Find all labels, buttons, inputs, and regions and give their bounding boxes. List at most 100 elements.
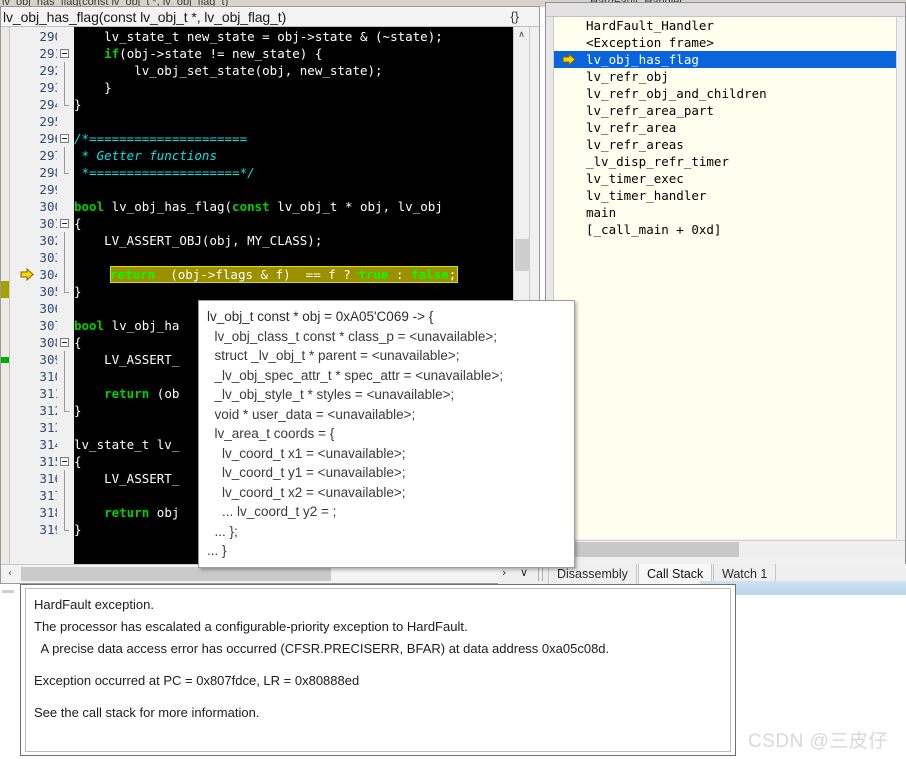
code-line[interactable]: * Getter functions xyxy=(74,147,217,164)
fold-guide-line xyxy=(64,368,65,385)
code-token: } xyxy=(74,284,82,299)
call-stack-frame-label: lv_refr_obj_and_children xyxy=(586,86,767,101)
variable-value-tooltip: lv_obj_t const * obj = 0xA05'C069 -> { l… xyxy=(198,300,575,568)
fold-guide-line xyxy=(64,351,65,368)
call-stack-vertical-scrollbar[interactable] xyxy=(896,17,905,539)
fold-toggle-icon[interactable] xyxy=(60,338,69,347)
dialog-left-nub xyxy=(2,590,14,593)
current-frame-arrow-icon xyxy=(562,52,576,67)
tooltip-line: lv_area_t coords = { xyxy=(207,426,335,441)
editor-fold-column[interactable] xyxy=(57,27,74,564)
editor-marker-strip[interactable] xyxy=(1,27,10,564)
code-token: ; xyxy=(448,267,457,282)
code-line[interactable]: return obj xyxy=(74,504,179,521)
code-token: return xyxy=(104,505,150,520)
fold-toggle-icon[interactable] xyxy=(60,49,69,58)
code-line[interactable]: return (ob xyxy=(74,385,179,402)
call-stack-row[interactable]: lv_refr_obj xyxy=(554,68,897,85)
fold-toggle-icon[interactable] xyxy=(60,457,69,466)
fold-guide-end xyxy=(64,530,69,531)
call-stack-row[interactable]: main xyxy=(554,204,897,221)
code-token: false xyxy=(411,267,449,282)
dialog-text-line: Exception occurred at PC = 0x807fdce, LR… xyxy=(34,673,360,688)
fold-guide-line xyxy=(64,283,65,292)
call-stack-hscroll-thumb[interactable] xyxy=(554,542,739,557)
code-line[interactable]: LV_ASSERT_OBJ(obj, MY_CLASS); xyxy=(74,232,322,249)
code-line[interactable]: } xyxy=(74,402,82,419)
code-token: LV_ASSERT_ xyxy=(74,471,180,486)
call-stack-frame-label: HardFault_Handler xyxy=(586,18,714,33)
call-stack-row[interactable]: <Exception frame> xyxy=(554,34,897,51)
code-line[interactable]: { xyxy=(74,334,82,351)
call-stack-row[interactable]: lv_refr_area xyxy=(554,119,897,136)
code-token: { xyxy=(74,216,82,231)
call-stack-frame-label: <Exception frame> xyxy=(586,35,714,50)
code-token: } xyxy=(74,97,82,112)
code-line[interactable]: { xyxy=(74,453,82,470)
code-token: } xyxy=(74,403,82,418)
call-stack-row[interactable]: lv_refr_area_part xyxy=(554,102,897,119)
call-stack-row[interactable]: lv_timer_exec xyxy=(554,170,897,187)
fold-guide-end xyxy=(64,173,69,174)
call-stack-row[interactable]: HardFault_Handler xyxy=(554,17,897,34)
call-stack-row[interactable]: [_call_main + 0xd] xyxy=(554,221,897,238)
call-stack-frame-label: lv_refr_area_part xyxy=(586,103,714,118)
call-stack-row[interactable]: lv_refr_areas xyxy=(554,136,897,153)
code-token: * Getter functions xyxy=(74,148,217,163)
hardfault-exception-dialog: HardFault exception. The processor has es… xyxy=(20,584,736,756)
fold-toggle-icon[interactable] xyxy=(60,134,69,143)
fold-guide-line xyxy=(64,385,65,402)
code-token: true xyxy=(358,267,389,282)
code-token: (obj->flags & f) == f ? xyxy=(155,267,359,282)
call-stack-row[interactable]: _lv_disp_refr_timer xyxy=(554,153,897,170)
editor-vscroll-thumb[interactable] xyxy=(515,239,529,271)
call-stack-row[interactable]: lv_obj_has_flag xyxy=(554,51,897,68)
call-stack-row[interactable]: lv_refr_obj_and_children xyxy=(554,85,897,102)
fold-toggle-icon[interactable] xyxy=(60,219,69,228)
code-token: const xyxy=(232,199,270,214)
code-line[interactable]: LV_ASSERT_ xyxy=(74,351,179,368)
call-stack-row[interactable]: lv_timer_handler xyxy=(554,187,897,204)
code-line[interactable]: { xyxy=(74,215,82,232)
fold-guide-end xyxy=(64,411,69,412)
braces-icon: {} xyxy=(510,9,519,24)
code-token: return xyxy=(110,267,156,282)
code-token: bool xyxy=(74,199,105,214)
scroll-left-arrow-icon[interactable]: ‹ xyxy=(1,565,19,583)
call-stack-list[interactable]: HardFault_Handler <Exception frame> lv_obj… xyxy=(554,17,897,539)
code-line[interactable]: } xyxy=(74,96,82,113)
code-line[interactable]: LV_ASSERT_ xyxy=(74,470,179,487)
code-line[interactable]: lv_state_t new_state = obj->state & (~st… xyxy=(74,28,443,45)
code-line[interactable]: return (obj->flags & f) == f ? true : fa… xyxy=(110,266,459,283)
code-line[interactable]: lv_obj_set_state(obj, new_state); xyxy=(74,62,382,79)
code-line[interactable]: lv_state_t lv_ xyxy=(74,436,179,453)
code-line[interactable]: /*===================== xyxy=(74,130,247,147)
code-token: } xyxy=(74,522,82,537)
code-token: (ob xyxy=(149,386,180,401)
dialog-blank-line xyxy=(34,660,722,670)
editor-function-header: lv_obj_has_flag(const lv_obj_t *, lv_obj… xyxy=(1,7,539,27)
scroll-up-arrow-icon[interactable]: ∧ xyxy=(514,27,529,43)
code-token: LV_ASSERT_OBJ(obj, MY_CLASS); xyxy=(74,233,323,248)
call-stack-frame-label: _lv_disp_refr_timer xyxy=(586,154,729,169)
code-line[interactable]: bool lv_obj_has_flag(const lv_obj_t * ob… xyxy=(74,198,443,215)
call-stack-window: HardFault_Handler <Exception frame> lv_obj… xyxy=(545,2,906,578)
fold-guide-line xyxy=(64,164,65,173)
dialog-blank-line xyxy=(34,692,722,702)
editor-hscroll-thumb[interactable] xyxy=(21,567,331,581)
tooltip-line: lv_obj_t const * obj = 0xA05'C069 -> { xyxy=(207,309,434,324)
code-token: lv_state_t lv_ xyxy=(74,437,180,452)
code-line[interactable]: if(obj->state != new_state) { xyxy=(74,45,322,62)
code-line[interactable]: } xyxy=(74,283,82,300)
code-line[interactable]: } xyxy=(74,79,112,96)
call-stack-horizontal-scrollbar[interactable] xyxy=(554,540,905,558)
code-line[interactable]: bool lv_obj_ha xyxy=(74,317,179,334)
code-token: /*===================== xyxy=(74,131,248,146)
call-stack-toolbar xyxy=(546,3,905,17)
code-line[interactable]: *====================*/ xyxy=(74,164,255,181)
current-line-arrow-icon xyxy=(20,267,34,282)
tooltip-line: struct _lv_obj_t * parent = <unavailable… xyxy=(207,348,460,363)
code-line[interactable]: } xyxy=(74,521,82,538)
